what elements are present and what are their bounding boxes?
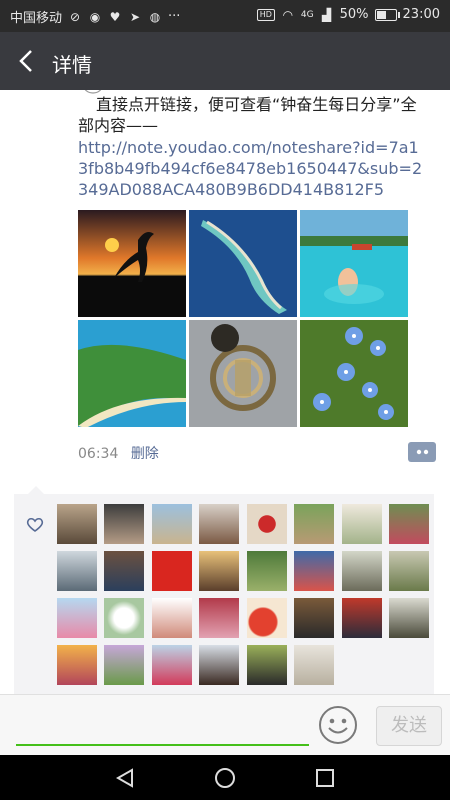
avatar[interactable] (294, 645, 334, 685)
avatar[interactable] (199, 551, 239, 591)
avatar[interactable] (57, 598, 97, 638)
avatar[interactable] (247, 598, 287, 638)
comment-input-bar: 发送 (0, 694, 450, 755)
avatar[interactable] (294, 598, 334, 638)
heart-icon (26, 517, 44, 532)
network-label: 4G (300, 9, 314, 20)
photo-atoll-aerial[interactable] (189, 210, 297, 317)
avatar[interactable] (294, 504, 334, 544)
comment-bubble-icon[interactable] (408, 442, 436, 462)
app-notification-icon: ◉ (89, 9, 101, 24)
likes-panel (14, 486, 434, 694)
avatar[interactable] (389, 504, 429, 544)
system-nav-bar (0, 755, 450, 800)
avatar[interactable] (57, 551, 97, 591)
photo-french-horn[interactable] (189, 320, 297, 427)
avatar[interactable] (104, 551, 144, 591)
photo-island-beach[interactable] (78, 320, 186, 427)
photo-tropical-swimmer[interactable] (300, 210, 408, 317)
carrier-label: 中国移动 (10, 11, 63, 26)
nav-back-triangle-icon[interactable] (114, 767, 136, 789)
avatar[interactable] (152, 598, 192, 638)
avatar[interactable] (342, 551, 382, 591)
post-meta: 06:34 删除 (78, 443, 159, 463)
avatar[interactable] (247, 504, 287, 544)
avatar[interactable] (152, 504, 192, 544)
signal-icon: ▟ (322, 7, 332, 22)
avatar[interactable] (199, 504, 239, 544)
battery-percent: 50% (339, 7, 369, 22)
photo-sunset-crane[interactable] (78, 210, 186, 317)
avatar[interactable] (199, 645, 239, 685)
title-bar: 详情 (0, 32, 450, 90)
avatar[interactable] (104, 598, 144, 638)
post-body: 直接点开链接，便可查看“钟奋生每日分享”全部内容—— http://note.y… (78, 94, 428, 200)
avatar[interactable] (294, 551, 334, 591)
avatar[interactable] (247, 645, 287, 685)
clock: 23:00 (402, 7, 440, 22)
battery-icon (374, 8, 400, 21)
avatar[interactable] (152, 551, 192, 591)
page-title: 详情 (52, 53, 92, 77)
send-button[interactable]: 发送 (376, 706, 442, 746)
telegram-icon: ➤ (129, 9, 141, 24)
heartbeat-icon: ♥ (109, 9, 121, 24)
more-notifications: ··· (168, 9, 181, 24)
avatar[interactable] (104, 504, 144, 544)
hd-badge: HD (256, 8, 275, 21)
wifi-icon: ◠ (282, 7, 294, 22)
comment-input[interactable] (16, 744, 309, 746)
emoji-face-icon[interactable] (318, 705, 358, 745)
back-arrow-icon[interactable] (12, 46, 42, 76)
moment-detail: 直接点开链接，便可查看“钟奋生每日分享”全部内容—— http://note.y… (0, 90, 450, 694)
avatar[interactable] (104, 645, 144, 685)
avatar[interactable] (389, 551, 429, 591)
post-link[interactable]: http://note.youdao.com/noteshare?id=7a13… (78, 137, 428, 200)
post-time: 06:34 (78, 446, 119, 462)
nav-home-circle-icon[interactable] (214, 767, 236, 789)
avatar[interactable] (152, 645, 192, 685)
avatar[interactable] (389, 598, 429, 638)
status-bar: 中国移动 ⊘ ◉ ♥ ➤ ◍ ··· HD ◠ 4G ▟ 50% 23:00 (0, 0, 450, 32)
nav-recent-square-icon[interactable] (314, 767, 336, 789)
notification-icon: ⊘ (69, 9, 81, 24)
avatar[interactable] (342, 598, 382, 638)
post-text: 直接点开链接，便可查看“钟奋生每日分享”全部内容—— (78, 95, 417, 135)
avatar[interactable] (57, 645, 97, 685)
app-notification-icon: ◍ (149, 9, 161, 24)
photo-blue-flowers[interactable] (300, 320, 408, 427)
avatar[interactable] (342, 504, 382, 544)
delete-link[interactable]: 删除 (131, 446, 159, 462)
avatar[interactable] (247, 551, 287, 591)
avatar[interactable] (199, 598, 239, 638)
avatar[interactable] (57, 504, 97, 544)
